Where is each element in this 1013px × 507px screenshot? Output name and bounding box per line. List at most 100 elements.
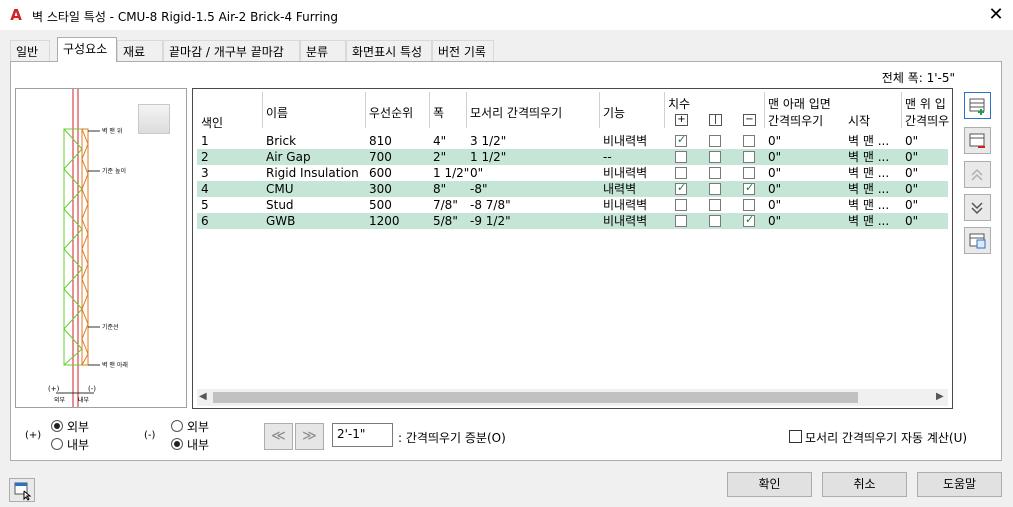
cell-name[interactable]: CMU — [266, 181, 294, 197]
cell-width[interactable]: 7/8" — [433, 197, 458, 213]
offset-increase-button[interactable]: ≫ — [295, 423, 324, 450]
cell-edge-offset[interactable]: -9 1/2" — [470, 213, 511, 229]
cell-edge-offset[interactable]: 1 1/2" — [470, 149, 506, 165]
cell-index[interactable]: 6 — [201, 213, 209, 229]
cell-priority[interactable]: 700 — [369, 149, 392, 165]
header-edge-offset[interactable]: 모서리 간격띄우기 — [470, 104, 562, 121]
auto-calc-checkbox[interactable] — [789, 430, 802, 443]
dimension-plus-checkbox[interactable] — [675, 133, 687, 147]
horizontal-scrollbar[interactable]: ◀ ▶ — [197, 389, 948, 406]
cell-top-offset[interactable]: 0" — [905, 181, 918, 197]
header-top-offset[interactable]: 간격띄우 — [905, 112, 949, 129]
cell-bottom-offset[interactable]: 0" — [768, 197, 781, 213]
cell-start[interactable]: 벽 맨 ... — [848, 213, 889, 229]
header-dimension[interactable]: 치수 — [668, 95, 690, 112]
dimension-minus-checkbox[interactable] — [743, 151, 755, 163]
cell-priority[interactable]: 300 — [369, 181, 392, 197]
table-row[interactable]: 6 GWB 1200 5/8" -9 1/2" 비내력벽 0" 벽 맨 ... 0" — [197, 213, 948, 229]
cell-width[interactable]: 8" — [433, 181, 446, 197]
plus-outer-label[interactable]: 외부 — [67, 418, 89, 435]
cell-width[interactable]: 4" — [433, 133, 446, 149]
scroll-thumb[interactable] — [213, 392, 858, 403]
cell-width[interactable]: 2" — [433, 149, 446, 165]
tab-display-props[interactable]: 화면표시 특성 — [346, 40, 432, 61]
cell-index[interactable]: 2 — [201, 149, 209, 165]
cell-function[interactable]: 비내력벽 — [603, 133, 647, 149]
plus-outer-radio[interactable] — [51, 420, 63, 432]
cell-top-offset[interactable]: 0" — [905, 165, 918, 181]
cell-function[interactable]: -- — [603, 149, 612, 165]
cell-top-offset[interactable]: 0" — [905, 197, 918, 213]
dimension-minus-checkbox[interactable] — [743, 199, 755, 211]
cell-index[interactable]: 1 — [201, 133, 209, 149]
cell-start[interactable]: 벽 맨 ... — [848, 197, 889, 213]
tab-endcaps[interactable]: 끝마감 / 개구부 끝마감 — [163, 40, 300, 61]
table-row[interactable]: 5 Stud 500 7/8" -8 7/8" 비내력벽 0" 벽 맨 ... 0" — [197, 197, 948, 213]
header-priority[interactable]: 우선순위 — [369, 104, 413, 121]
tab-materials[interactable]: 재료 — [117, 40, 163, 61]
minus-inner-radio[interactable] — [171, 438, 183, 450]
cell-name[interactable]: GWB — [266, 213, 295, 229]
header-name[interactable]: 이름 — [266, 104, 288, 121]
table-row[interactable]: 1 Brick 810 4" 3 1/2" 비내력벽 0" 벽 맨 ... 0" — [197, 133, 948, 149]
cell-bottom-offset[interactable]: 0" — [768, 213, 781, 229]
dimension-center-checkbox[interactable] — [709, 167, 721, 179]
dimension-minus-checkbox[interactable] — [743, 213, 755, 227]
cell-priority[interactable]: 600 — [369, 165, 392, 181]
header-width[interactable]: 폭 — [433, 104, 444, 121]
cell-top-offset[interactable]: 0" — [905, 213, 918, 229]
cell-edge-offset[interactable]: 0" — [470, 165, 483, 181]
cell-priority[interactable]: 810 — [369, 133, 392, 149]
cell-name[interactable]: Air Gap — [266, 149, 311, 165]
tab-components[interactable]: 구성요소 — [57, 37, 117, 62]
cell-start[interactable]: 벽 맨 ... — [848, 165, 889, 181]
preview-zoom-icon[interactable] — [138, 104, 170, 134]
ok-button[interactable]: 확인 — [727, 472, 812, 497]
cell-index[interactable]: 3 — [201, 165, 209, 181]
dimension-plus-checkbox[interactable] — [675, 167, 687, 179]
table-row[interactable]: 4 CMU 300 8" -8" 내력벽 0" 벽 맨 ... 0" — [197, 181, 948, 197]
tab-general[interactable]: 일반 — [10, 40, 50, 61]
cell-function[interactable]: 비내력벽 — [603, 213, 647, 229]
cell-bottom-offset[interactable]: 0" — [768, 133, 781, 149]
plus-inner-label[interactable]: 내부 — [67, 436, 89, 453]
dimension-minus-checkbox[interactable] — [743, 167, 755, 179]
table-row[interactable]: 2 Air Gap 700 2" 1 1/2" -- 0" 벽 맨 ... 0" — [197, 149, 948, 165]
cell-edge-offset[interactable]: -8" — [470, 181, 487, 197]
dimension-plus-checkbox[interactable] — [675, 151, 687, 163]
auto-calc-label[interactable]: 모서리 간격띄우기 자동 계산(U) — [805, 429, 967, 446]
cell-start[interactable]: 벽 맨 ... — [848, 181, 889, 197]
cell-name[interactable]: Brick — [266, 133, 296, 149]
dimension-center-checkbox[interactable] — [709, 215, 721, 227]
cell-top-offset[interactable]: 0" — [905, 133, 918, 149]
cancel-button[interactable]: 취소 — [822, 472, 907, 497]
header-top-elevation[interactable]: 맨 위 입 — [905, 95, 946, 112]
dimension-center-checkbox[interactable] — [709, 199, 721, 211]
help-button[interactable]: 도움말 — [917, 472, 1002, 497]
cell-name[interactable]: Stud — [266, 197, 294, 213]
tab-version-history[interactable]: 버전 기록 — [432, 40, 494, 61]
cell-function[interactable]: 내력벽 — [603, 181, 636, 197]
add-component-button[interactable] — [964, 92, 991, 119]
cell-edge-offset[interactable]: -8 7/8" — [470, 197, 511, 213]
dimension-plus-checkbox[interactable] — [675, 181, 687, 195]
close-icon[interactable]: ✕ — [985, 4, 1007, 26]
dimension-center-checkbox[interactable] — [709, 135, 721, 147]
header-bottom-elevation[interactable]: 맨 아래 입면 — [768, 95, 831, 112]
cell-start[interactable]: 벽 맨 ... — [848, 133, 889, 149]
move-up-button[interactable] — [964, 161, 991, 188]
cell-function[interactable]: 비내력벽 — [603, 197, 647, 213]
cell-bottom-offset[interactable]: 0" — [768, 181, 781, 197]
copy-component-button[interactable] — [964, 227, 991, 254]
plus-inner-radio[interactable] — [51, 438, 63, 450]
offset-increment-input[interactable]: 2'-1" — [332, 423, 393, 447]
dimension-center-checkbox[interactable] — [709, 151, 721, 163]
cell-width[interactable]: 1 1/2" — [433, 165, 469, 181]
scroll-right-icon[interactable]: ▶ — [936, 391, 944, 402]
dimension-plus-checkbox[interactable] — [675, 199, 687, 211]
remove-component-button[interactable] — [964, 127, 991, 154]
cell-bottom-offset[interactable]: 0" — [768, 165, 781, 181]
minus-outer-label[interactable]: 외부 — [187, 418, 209, 435]
tab-classification[interactable]: 분류 — [300, 40, 346, 61]
cell-top-offset[interactable]: 0" — [905, 149, 918, 165]
